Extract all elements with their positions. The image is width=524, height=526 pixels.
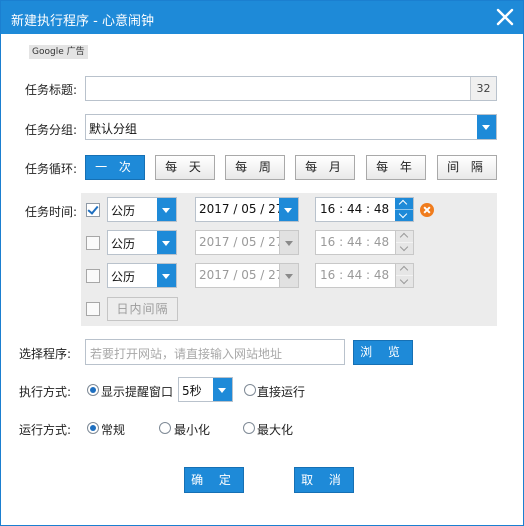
maximize-label[interactable]: 最大化 [257,421,293,438]
maximize-radio[interactable] [243,422,255,434]
chevron-down-icon[interactable] [279,231,298,254]
delay-value: 5秒 [182,384,202,398]
task-group-label: 任务分组: [25,123,78,137]
chevron-down-icon[interactable] [157,231,176,254]
close-icon[interactable] [493,5,517,29]
spin-down-icon[interactable] [396,243,413,255]
minimize-radio[interactable] [159,422,171,434]
run-mode-label: 运行方式: [19,423,72,437]
normal-label[interactable]: 常规 [101,421,125,438]
calendar-type-select-3[interactable]: 公历 [107,263,177,288]
date-picker-3[interactable]: 2017 / 05 / 27 [195,263,299,288]
date-value: 2017 / 05 / 27 [199,235,284,249]
calendar-type-value: 公历 [111,204,136,218]
task-title-input[interactable]: 32 [85,76,497,101]
dialog-window: 新建执行程序 - 心意闹钟 Google 广告 任务标题: 32 任务分组: 默… [0,0,524,526]
chevron-down-icon[interactable] [213,378,232,401]
window-title: 新建执行程序 - 心意闹钟 [11,14,154,29]
spinner-buttons[interactable] [395,231,413,254]
time-spinner-3[interactable]: 16 : 44 : 48 [315,263,414,288]
show-reminder-label[interactable]: 显示提醒窗口 [101,383,173,400]
calendar-type-value: 公历 [111,237,136,251]
google-ad-label[interactable]: Google 广告 [29,45,88,59]
spin-down-icon[interactable] [395,210,413,222]
program-label: 选择程序: [19,347,72,361]
time-row-3-checkbox[interactable] [86,269,100,283]
chevron-down-icon[interactable] [157,264,176,287]
date-picker-1[interactable]: 2017 / 05 / 27 [195,197,299,222]
spin-up-icon[interactable] [396,264,413,276]
run-directly-radio[interactable] [244,384,256,396]
calendar-type-select-2[interactable]: 公历 [107,230,177,255]
char-counter: 32 [470,77,496,100]
interval-checkbox[interactable] [86,302,100,316]
chevron-down-icon[interactable] [477,115,496,139]
minimize-label[interactable]: 最小化 [174,421,210,438]
time-row-2-checkbox[interactable] [86,236,100,250]
calendar-type-value: 公历 [111,270,136,284]
time-spinner-1[interactable]: 16 : 44 : 48 [315,197,414,222]
spinner-buttons[interactable] [395,198,413,221]
task-loop-label: 任务循环: [25,162,78,176]
loop-daily-button[interactable]: 每 天 [155,155,215,180]
loop-interval-button[interactable]: 间 隔 [437,155,497,180]
chevron-down-icon[interactable] [279,198,298,221]
spin-up-icon[interactable] [396,231,413,243]
ok-button[interactable]: 确 定 [184,467,244,493]
spin-up-icon[interactable] [395,198,413,210]
task-group-value: 默认分组 [89,122,138,136]
time-value: 16 : 44 : 48 [320,268,390,282]
task-title-label: 任务标题: [25,83,78,97]
program-placeholder: 若要打开网站，请直接输入网站地址 [90,347,283,361]
time-value: 16 : 44 : 48 [320,235,390,249]
chevron-down-icon[interactable] [279,264,298,287]
loop-weekly-button[interactable]: 每 周 [225,155,285,180]
show-reminder-radio[interactable] [87,384,99,396]
loop-once-button[interactable]: 一 次 [85,155,145,180]
task-group-select[interactable]: 默认分组 [85,114,497,140]
exec-mode-label: 执行方式: [19,385,72,399]
time-value: 16 : 44 : 48 [320,202,390,216]
intra-day-interval-button[interactable]: 日内间隔 [107,297,178,321]
loop-yearly-button[interactable]: 每 年 [366,155,426,180]
browse-button[interactable]: 浏 览 [353,340,413,365]
loop-monthly-button[interactable]: 每 月 [295,155,355,180]
spinner-buttons[interactable] [395,264,413,287]
task-time-label: 任务时间: [25,205,78,219]
date-value: 2017 / 05 / 27 [199,268,284,282]
title-bar[interactable]: 新建执行程序 - 心意闹钟 [1,1,523,34]
cancel-button[interactable]: 取 消 [294,467,354,493]
spin-down-icon[interactable] [396,276,413,288]
chevron-down-icon[interactable] [157,198,176,221]
delay-select[interactable]: 5秒 [178,377,233,402]
calendar-type-select-1[interactable]: 公历 [107,197,177,222]
delete-time-icon[interactable] [420,203,434,217]
time-row-1-checkbox[interactable] [86,203,100,217]
program-path-input[interactable]: 若要打开网站，请直接输入网站地址 [85,339,345,365]
normal-radio[interactable] [87,422,99,434]
date-value: 2017 / 05 / 27 [199,202,284,216]
date-picker-2[interactable]: 2017 / 05 / 27 [195,230,299,255]
run-directly-label[interactable]: 直接运行 [257,383,305,400]
time-spinner-2[interactable]: 16 : 44 : 48 [315,230,414,255]
